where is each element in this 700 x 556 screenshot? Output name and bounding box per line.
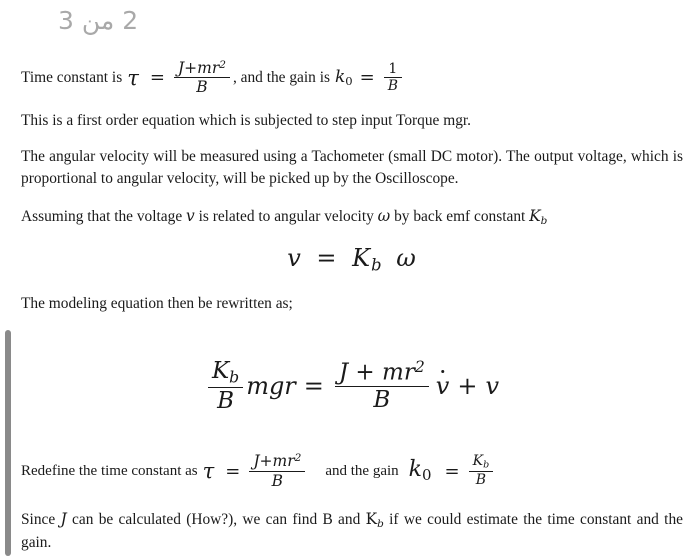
main-rhs-numerator: J + mr2 bbox=[338, 357, 425, 386]
time-constant-lead-text: Time constant is bbox=[21, 68, 123, 86]
redefine-gain-denominator: B bbox=[468, 471, 494, 488]
variable-J: J bbox=[60, 509, 67, 528]
assuming-part2: is related to angular velocity bbox=[198, 207, 374, 225]
main-rhs-num-exponent: 2 bbox=[414, 357, 425, 377]
main-rhs-denominator: B bbox=[334, 386, 429, 413]
main-v-dot: v bbox=[435, 371, 450, 400]
paragraph-since-J: Since J can be calculated (How?), we can… bbox=[21, 509, 683, 554]
main-plus: + bbox=[457, 371, 478, 400]
main-lhs-num-subscript: b bbox=[229, 367, 240, 387]
tau-denominator: B bbox=[173, 77, 230, 96]
page-margin-scroll-bar[interactable] bbox=[5, 330, 11, 556]
main-rhs-v: v bbox=[485, 371, 499, 400]
document-content: Time constant is τ = J+mr2 B , and the g… bbox=[21, 59, 683, 554]
assuming-part3: by back emf constant bbox=[394, 207, 526, 225]
redefine-gain-subscript: 0 bbox=[422, 466, 432, 485]
since-variable-Kb: Kb bbox=[365, 509, 384, 530]
redefine-lead-text: Redefine the time constant as bbox=[21, 462, 198, 479]
redefine-tau-fraction: J+mr2 B bbox=[249, 452, 306, 489]
paragraph-assuming-voltage: Assuming that the voltage v is related t… bbox=[21, 206, 683, 229]
paragraph-first-order: This is a first order equation which is … bbox=[21, 111, 472, 129]
redefine-gain-numerator: Kb bbox=[472, 452, 490, 471]
paragraph-angular-velocity: The angular velocity will be measured us… bbox=[21, 147, 683, 187]
tau-symbol: τ bbox=[127, 65, 139, 90]
paragraph-modeling-equation: The modeling equation then be rewritten … bbox=[21, 294, 293, 312]
time-constant-mid-text: , and the gain is bbox=[232, 68, 330, 86]
variable-Kb: Kb bbox=[529, 206, 548, 227]
variable-v: v bbox=[186, 206, 195, 225]
redefine-tau-num-exponent: 2 bbox=[294, 452, 302, 465]
gain-fraction: 1 B bbox=[383, 60, 403, 95]
redefine-gain-equals: = bbox=[444, 460, 460, 482]
redefine-equals: = bbox=[225, 460, 241, 482]
gain-symbol: k0 bbox=[334, 67, 353, 89]
variable-omega: ω bbox=[377, 206, 391, 225]
backemf-K-subscript: b bbox=[371, 255, 383, 275]
main-lhs-numerator: Kb bbox=[211, 357, 240, 387]
main-lhs-denominator: B bbox=[207, 386, 244, 413]
redefine-gain-fraction: Kb B bbox=[468, 452, 494, 489]
since-Kb-subscript: b bbox=[377, 517, 384, 530]
redefine-mid-text: and the gain bbox=[325, 462, 399, 479]
redefine-tau-numerator: J+mr2 bbox=[253, 452, 302, 471]
tau-num-exponent: 2 bbox=[219, 59, 226, 71]
main-lhs-fraction: Kb B bbox=[207, 357, 244, 413]
equals-sign: = bbox=[149, 67, 165, 89]
main-lhs-term: mgr bbox=[246, 371, 296, 400]
gain-subscript: 0 bbox=[345, 74, 353, 89]
since-part1: Since bbox=[21, 510, 56, 528]
equation-back-emf: v = Kb ω bbox=[21, 244, 683, 275]
gain-denominator: B bbox=[383, 77, 403, 94]
tau-numerator: J+mr2 bbox=[177, 59, 226, 78]
backemf-K: Kb bbox=[352, 244, 383, 275]
backemf-lhs: v bbox=[287, 244, 302, 273]
page-indicator: 2 من 3 bbox=[58, 6, 139, 35]
redefine-gain-symbol: k0 bbox=[408, 457, 432, 485]
gain-numerator: 1 bbox=[388, 60, 398, 77]
backemf-equals: = bbox=[316, 244, 338, 273]
tau-fraction: J+mr2 B bbox=[173, 59, 230, 96]
gain-equals-sign: = bbox=[359, 67, 375, 89]
backemf-omega: ω bbox=[396, 244, 417, 273]
redefine-line: Redefine the time constant as τ = J+mr2 … bbox=[21, 452, 683, 489]
Kb-subscript: b bbox=[540, 214, 548, 227]
redefine-tau-denominator: B bbox=[249, 470, 306, 489]
equation-modeling-main: Kb B mgr = J + mr2 B v + v bbox=[21, 357, 683, 413]
redefine-tau-symbol: τ bbox=[202, 459, 215, 483]
main-equals: = bbox=[303, 371, 324, 400]
since-part2: can be calculated (How?), we can find B … bbox=[72, 510, 361, 528]
redefine-gain-num-subscript: b bbox=[483, 459, 490, 471]
main-rhs-fraction: J + mr2 B bbox=[334, 357, 429, 413]
time-constant-line: Time constant is τ = J+mr2 B , and the g… bbox=[21, 59, 683, 96]
assuming-part1: Assuming that the voltage bbox=[21, 207, 183, 225]
